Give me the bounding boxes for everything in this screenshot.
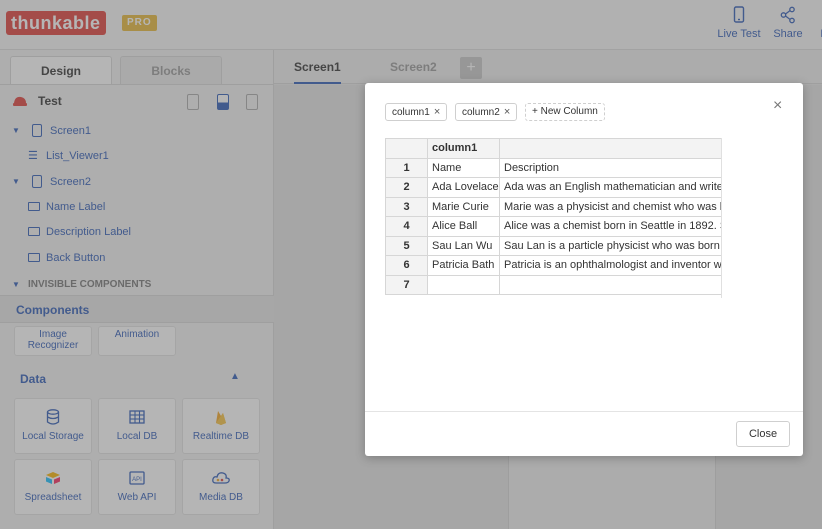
table-cell[interactable]: Ada Lovelace xyxy=(427,177,500,198)
table-row: 2 Ada Lovelace Ada was an English mathem… xyxy=(385,177,722,198)
table-header-row: column1 xyxy=(385,138,722,159)
new-column-button[interactable]: + New Column xyxy=(525,103,605,121)
table-cell[interactable]: Sau Lan is a particle physicist who was … xyxy=(499,235,722,256)
close-icon[interactable]: × xyxy=(773,97,782,115)
table-cell[interactable]: Sau Lan Wu xyxy=(427,235,500,256)
column-header[interactable]: column1 xyxy=(427,138,500,159)
table-row: 6 Patricia Bath Patricia is an ophthalmo… xyxy=(385,255,722,276)
table-row: 7 xyxy=(385,274,722,295)
table-row: 4 Alice Ball Alice was a chemist born in… xyxy=(385,216,722,237)
row-number: 6 xyxy=(385,255,428,276)
table-cell[interactable]: Alice was a chemist born in Seattle in 1… xyxy=(499,216,722,237)
row-number: 2 xyxy=(385,177,428,198)
row-number: 3 xyxy=(385,196,428,217)
grid-scroll-edge xyxy=(721,138,722,298)
table-cell[interactable]: Ada was an English mathematician and wri… xyxy=(499,177,722,198)
local-db-dialog: column1 × column2 × + New Column × column1… xyxy=(365,83,803,456)
column-chip-column2[interactable]: column2 × xyxy=(455,103,518,121)
table-cell[interactable]: Marie Curie xyxy=(427,196,500,217)
row-number: 5 xyxy=(385,235,428,256)
footer-divider xyxy=(365,411,803,412)
chip-label: column1 xyxy=(392,107,430,118)
table-cell[interactable]: Marie was a physicist and chemist who wa… xyxy=(499,196,722,217)
data-grid: column1 1 Name Description 2 Ada Lovelac… xyxy=(385,138,722,298)
table-cell[interactable]: Name xyxy=(427,157,500,178)
table-cell[interactable]: Alice Ball xyxy=(427,216,500,237)
table-cell[interactable] xyxy=(499,274,722,295)
row-number: 1 xyxy=(385,157,428,178)
remove-column-icon[interactable]: × xyxy=(434,106,440,118)
chip-label: column2 xyxy=(462,107,500,118)
column-header[interactable] xyxy=(499,138,722,159)
column-chip-column1[interactable]: column1 × xyxy=(385,103,448,121)
table-cell[interactable]: Patricia Bath xyxy=(427,255,500,276)
row-number-header xyxy=(385,138,428,159)
data-table: column1 1 Name Description 2 Ada Lovelac… xyxy=(385,138,722,295)
table-cell[interactable]: Patricia is an ophthalmologist and inven… xyxy=(499,255,722,276)
table-row: 1 Name Description xyxy=(385,157,722,178)
table-row: 5 Sau Lan Wu Sau Lan is a particle physi… xyxy=(385,235,722,256)
close-button[interactable]: Close xyxy=(736,421,790,447)
remove-column-icon[interactable]: × xyxy=(504,106,510,118)
table-cell[interactable]: Description xyxy=(499,157,722,178)
table-cell[interactable] xyxy=(427,274,500,295)
table-row: 3 Marie Curie Marie was a physicist and … xyxy=(385,196,722,217)
row-number: 4 xyxy=(385,216,428,237)
row-number: 7 xyxy=(385,274,428,295)
